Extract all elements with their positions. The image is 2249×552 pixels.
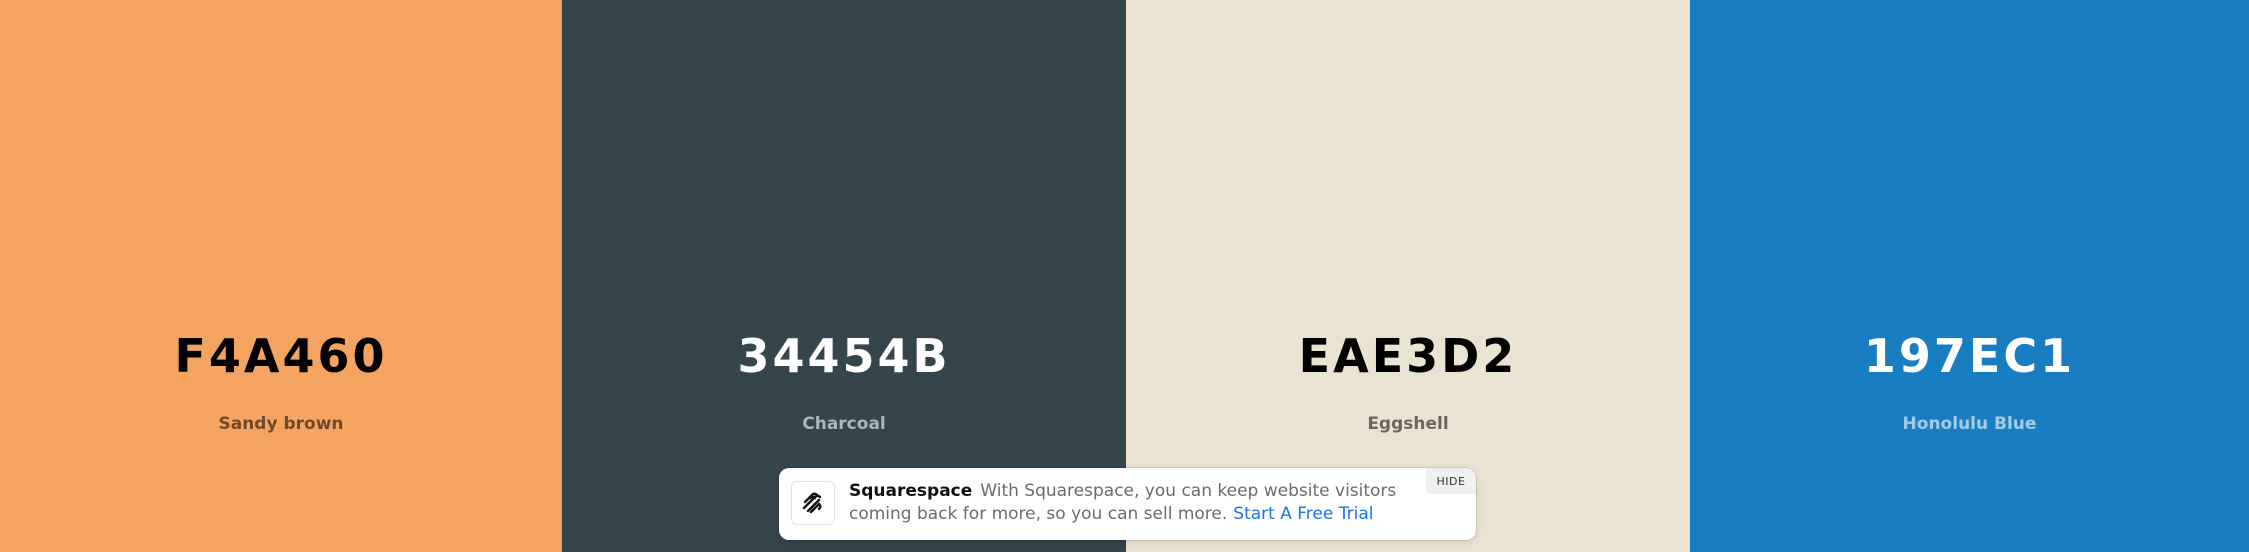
hide-ad-button[interactable]: HIDE: [1426, 468, 1476, 494]
start-free-trial-link[interactable]: Start A Free Trial: [1233, 504, 1373, 524]
swatch-color-name: Charcoal: [802, 414, 886, 434]
ad-text: Squarespace With Squarespace, you can kee…: [849, 480, 1409, 526]
sponsored-ad-banner[interactable]: Squarespace With Squarespace, you can kee…: [779, 468, 1476, 540]
swatch-hex-code[interactable]: EAE3D2: [1126, 328, 1690, 384]
swatch-color-name: Honolulu Blue: [1902, 414, 2037, 434]
swatch-hex-code[interactable]: F4A460: [0, 328, 562, 384]
color-swatch-sandy-brown[interactable]: F4A460 Sandy brown: [0, 0, 562, 552]
swatch-hex-code[interactable]: 197EC1: [1690, 328, 2249, 384]
swatch-color-name: Sandy brown: [218, 414, 344, 434]
swatch-color-name: Eggshell: [1367, 414, 1449, 434]
squarespace-logo-icon[interactable]: [791, 481, 835, 525]
swatch-hex-code[interactable]: 34454B: [562, 328, 1126, 384]
ad-brand-name: Squarespace: [849, 481, 973, 501]
color-swatch-honolulu-blue[interactable]: 197EC1 Honolulu Blue: [1690, 0, 2249, 552]
